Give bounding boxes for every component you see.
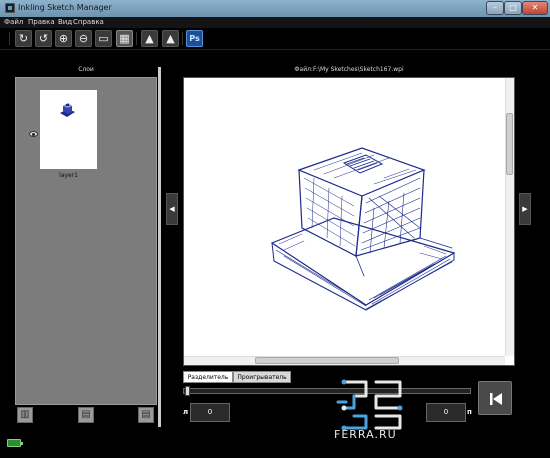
watermark-text: FERRA.RU bbox=[334, 428, 397, 441]
timeline-slider[interactable] bbox=[183, 388, 471, 394]
toolbar-separator bbox=[9, 32, 10, 45]
maximize-button[interactable]: □ bbox=[504, 1, 522, 15]
menu-view[interactable]: Вид bbox=[58, 17, 72, 28]
layers-panel-title: Слои bbox=[78, 66, 94, 73]
menu-edit[interactable]: Правка bbox=[28, 17, 55, 28]
toolbar: ↻ ↺ ⊕ ⊖ ▭ ▦ ▲ ▲ Ps bbox=[0, 28, 550, 50]
skip-to-start-icon bbox=[490, 393, 502, 405]
left-label: л bbox=[183, 408, 189, 416]
panel-splitter[interactable] bbox=[158, 67, 161, 427]
timeline-slider-handle[interactable] bbox=[185, 386, 190, 396]
close-button[interactable]: ✕ bbox=[522, 1, 548, 15]
horizontal-scroll-thumb[interactable] bbox=[255, 357, 399, 364]
sketch-drawing bbox=[270, 147, 456, 311]
duplicate-layer-icon[interactable]: ▤ bbox=[138, 407, 154, 423]
visibility-eye-icon[interactable] bbox=[29, 131, 38, 137]
new-layer-icon[interactable]: ▤ bbox=[78, 407, 94, 423]
rotate-left-icon[interactable]: ↺ bbox=[35, 30, 52, 47]
layer-thumbnail-sketch bbox=[60, 103, 75, 117]
sketch-canvas[interactable] bbox=[183, 77, 515, 366]
battery-icon bbox=[7, 439, 23, 447]
minimize-button[interactable]: – bbox=[486, 1, 504, 15]
tab-player[interactable]: Проигрыватель bbox=[233, 371, 291, 383]
fit-page-icon[interactable]: ▭ bbox=[95, 30, 112, 47]
right-label: п bbox=[467, 408, 472, 416]
app-icon bbox=[5, 3, 15, 13]
menu-help[interactable]: Справка bbox=[73, 17, 104, 28]
toolbar-separator bbox=[182, 32, 183, 45]
photoshop-icon[interactable]: Ps bbox=[186, 30, 203, 47]
tab-splitter[interactable]: Разделитель bbox=[183, 371, 233, 383]
previous-page-button[interactable]: ◀ bbox=[166, 193, 178, 225]
vertical-scroll-thumb[interactable] bbox=[506, 113, 513, 175]
delete-layer-icon[interactable]: ▥ bbox=[17, 407, 33, 423]
layer-name: layer1 bbox=[59, 172, 78, 179]
import-icon[interactable]: ▲ bbox=[141, 30, 158, 47]
menu-file[interactable]: Файл bbox=[4, 17, 23, 28]
actual-size-icon[interactable]: ▦ bbox=[116, 30, 133, 47]
toolbar-separator bbox=[136, 32, 137, 45]
right-value-field[interactable]: 0 bbox=[426, 403, 466, 422]
zoom-out-icon[interactable]: ⊖ bbox=[75, 30, 92, 47]
window-title: Inkling Sketch Manager bbox=[18, 3, 112, 12]
left-value-field[interactable]: 0 bbox=[190, 403, 230, 422]
menu-bar: Файл Правка Вид Справка bbox=[0, 17, 550, 28]
export-icon[interactable]: ▲ bbox=[162, 30, 179, 47]
ferra-logo bbox=[336, 379, 403, 431]
zoom-in-icon[interactable]: ⊕ bbox=[55, 30, 72, 47]
skip-to-start-button[interactable] bbox=[478, 381, 512, 415]
next-page-button[interactable]: ▶ bbox=[519, 193, 531, 225]
rotate-right-icon[interactable]: ↻ bbox=[15, 30, 32, 47]
file-path-label: Файл:F:\My Sketches\Sketch167.wpi bbox=[294, 66, 404, 73]
